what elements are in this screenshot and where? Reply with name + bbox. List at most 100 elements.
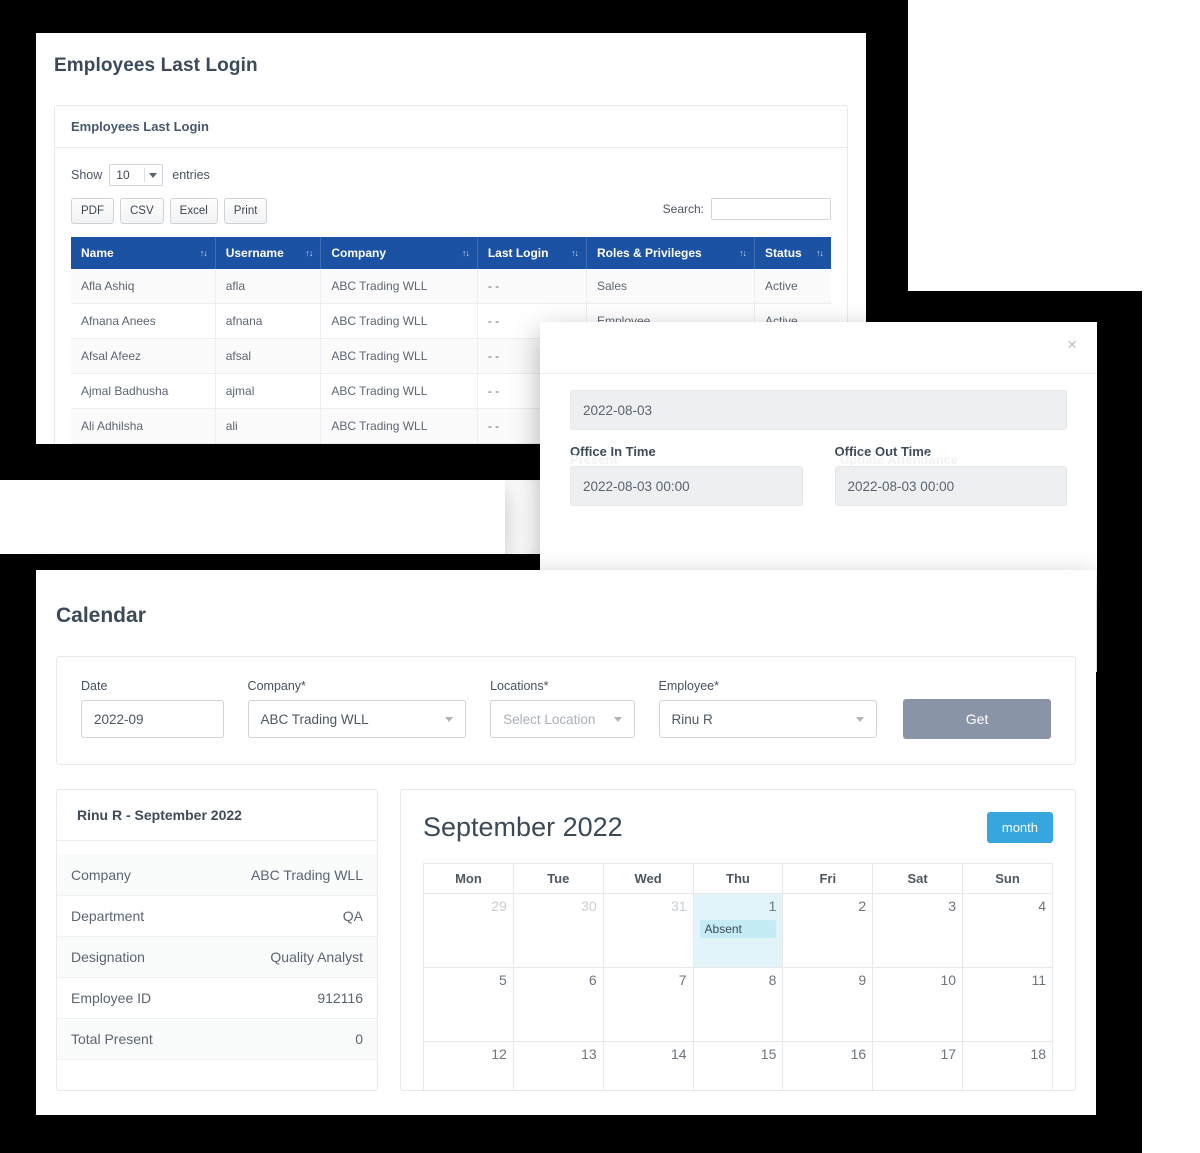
calendar-day-cell[interactable]: 5	[423, 967, 514, 1042]
column-status[interactable]: Status ↑↓	[754, 237, 831, 269]
office-in-label: Office In Time	[570, 444, 656, 459]
entries-label: entries	[172, 168, 210, 182]
locations-select[interactable]: Select Location	[490, 700, 635, 738]
weekday-mon: Mon	[423, 863, 514, 894]
weekday-tue: Tue	[512, 863, 604, 894]
backdrop-right-lower	[1096, 322, 1142, 1153]
calendar-day-cell[interactable]: 18	[962, 1041, 1053, 1090]
chevron-down-icon	[445, 717, 454, 722]
modal-header: ×	[540, 322, 1097, 374]
backdrop-bottom	[36, 1115, 1096, 1153]
sort-icon: ↑↓	[461, 248, 470, 258]
day-number: 10	[940, 972, 957, 988]
print-button[interactable]: Print	[223, 198, 268, 224]
sort-icon: ↑↓	[199, 248, 208, 258]
column-company[interactable]: Company ↑↓	[320, 237, 478, 269]
get-button[interactable]: Get	[903, 699, 1051, 739]
column-label: Last Login	[487, 246, 549, 260]
company-select[interactable]: ABC Trading WLL	[247, 700, 467, 738]
summary-key: Total Present	[57, 1018, 198, 1060]
day-number: 12	[491, 1046, 507, 1062]
cell-username: ali	[215, 408, 322, 444]
calendar-day-cell[interactable]: 30	[512, 893, 604, 968]
time-fields-row: Office In Time 2022-08-03 00:00 Office O…	[570, 444, 1067, 506]
fullcalendar-grid: Mon Tue Wed Thu Fri Sat Sun 29 30 31 1 Absent 2 3 4 5 6…	[423, 863, 1053, 1090]
sort-icon: ↑↓	[570, 248, 579, 258]
calendar-day-cell[interactable]: 8	[692, 967, 784, 1042]
cell-company: ABC Trading WLL	[320, 269, 478, 304]
company-value: ABC Trading WLL	[260, 711, 369, 727]
calendar-day-cell[interactable]: 16	[782, 1041, 874, 1090]
month-view-button[interactable]: month	[986, 812, 1053, 843]
calendar-day-cell[interactable]: 11	[962, 967, 1053, 1042]
datatable-card-title: Employees Last Login	[55, 106, 847, 148]
calendar-day-cell[interactable]: 9	[782, 967, 874, 1042]
export-csv-button[interactable]: CSV	[120, 198, 164, 224]
employee-summary-body: Company ABC Trading WLL Department QA Design…	[57, 855, 377, 1060]
page-title: Employees Last Login	[54, 55, 258, 76]
calendar-day-cell[interactable]: 2	[782, 893, 874, 968]
search-input[interactable]	[711, 198, 831, 220]
calendar-day-cell[interactable]: 1 Absent	[692, 893, 784, 968]
column-name[interactable]: Name ↑↓	[71, 237, 216, 269]
calendar-day-cell[interactable]: 15	[692, 1041, 784, 1090]
calendar-day-cell[interactable]: 10	[872, 967, 964, 1042]
employee-select[interactable]: Rinu R	[658, 700, 878, 738]
day-number: 16	[850, 1046, 867, 1062]
day-number: 8	[768, 972, 777, 988]
chevron-down-icon	[613, 717, 622, 722]
day-number: 15	[760, 1046, 777, 1062]
day-number: 14	[670, 1046, 687, 1062]
office-out-field[interactable]: 2022-08-03 00:00	[834, 466, 1067, 506]
calendar-event-absent[interactable]: Absent	[699, 920, 777, 938]
day-number: 11	[1031, 972, 1046, 988]
date-filter-group: Date 2022-09	[81, 679, 224, 738]
cell-username: ajmal	[215, 373, 322, 409]
summary-key: Department	[57, 895, 198, 937]
screenshot-canvas: Employees Last Login Employees Last Logi…	[0, 0, 1200, 1153]
day-number: 5	[499, 972, 507, 988]
date-input[interactable]: 2022-09	[81, 700, 224, 738]
column-last-login[interactable]: Last Login ↑↓	[477, 237, 587, 269]
date-label: Date	[81, 679, 108, 693]
calendar-day-cell[interactable]: 12	[423, 1041, 514, 1090]
weekday-sun: Sun	[962, 863, 1053, 894]
column-username[interactable]: Username ↑↓	[215, 237, 322, 269]
cell-status: Active	[754, 269, 831, 304]
export-pdf-button[interactable]: PDF	[71, 198, 114, 224]
calendar-week-row: 29 30 31 1 Absent 2 3 4	[423, 893, 1053, 968]
show-label: Show	[71, 168, 103, 182]
cell-username: afla	[215, 269, 322, 304]
cell-roles: Sales	[586, 269, 756, 304]
search-label: Search:	[662, 202, 704, 216]
office-in-group: Office In Time 2022-08-03 00:00	[570, 444, 803, 506]
cell-name: Afsal Afeez	[71, 338, 216, 374]
cell-name: Ali Adhilsha	[71, 408, 216, 444]
calendar-day-cell[interactable]: 3	[872, 893, 964, 968]
close-icon[interactable]: ×	[1067, 336, 1077, 353]
cell-name: Afla Ashiq	[71, 269, 216, 304]
cell-company: ABC Trading WLL	[320, 408, 478, 444]
office-in-field[interactable]: 2022-08-03 00:00	[570, 466, 803, 506]
calendar-day-cell[interactable]: 13	[512, 1041, 604, 1090]
datatable-search: Search:	[663, 198, 831, 220]
attendance-date-field[interactable]: 2022-08-03	[570, 390, 1067, 430]
summary-key: Designation	[57, 936, 198, 978]
export-excel-button[interactable]: Excel	[169, 198, 218, 224]
fullcalendar-card: September 2022 month Mon Tue Wed Thu Fri Sat S…	[400, 789, 1076, 1091]
day-number: 29	[491, 898, 507, 914]
calendar-day-cell[interactable]: 29	[423, 893, 514, 968]
calendar-day-cell[interactable]: 7	[602, 967, 694, 1042]
calendar-day-cell[interactable]: 4	[962, 893, 1053, 968]
calendar-day-cell[interactable]: 14	[602, 1041, 694, 1090]
backdrop-mid-right	[866, 33, 908, 291]
page-length-select[interactable]: 10	[109, 164, 164, 186]
calendar-day-cell[interactable]: 31	[602, 893, 694, 968]
datatable-length-control: Show 10 entries	[71, 164, 831, 186]
column-roles-privileges[interactable]: Roles & Privileges ↑↓	[586, 237, 756, 269]
office-out-group: Office Out Time 2022-08-03 00:00	[834, 444, 1067, 506]
calendar-day-cell[interactable]: 17	[872, 1041, 964, 1090]
column-label: Company	[331, 246, 387, 260]
table-row[interactable]: Afla Ashiq afla ABC Trading WLL - - Sales Act…	[71, 269, 831, 304]
calendar-day-cell[interactable]: 6	[512, 967, 604, 1042]
